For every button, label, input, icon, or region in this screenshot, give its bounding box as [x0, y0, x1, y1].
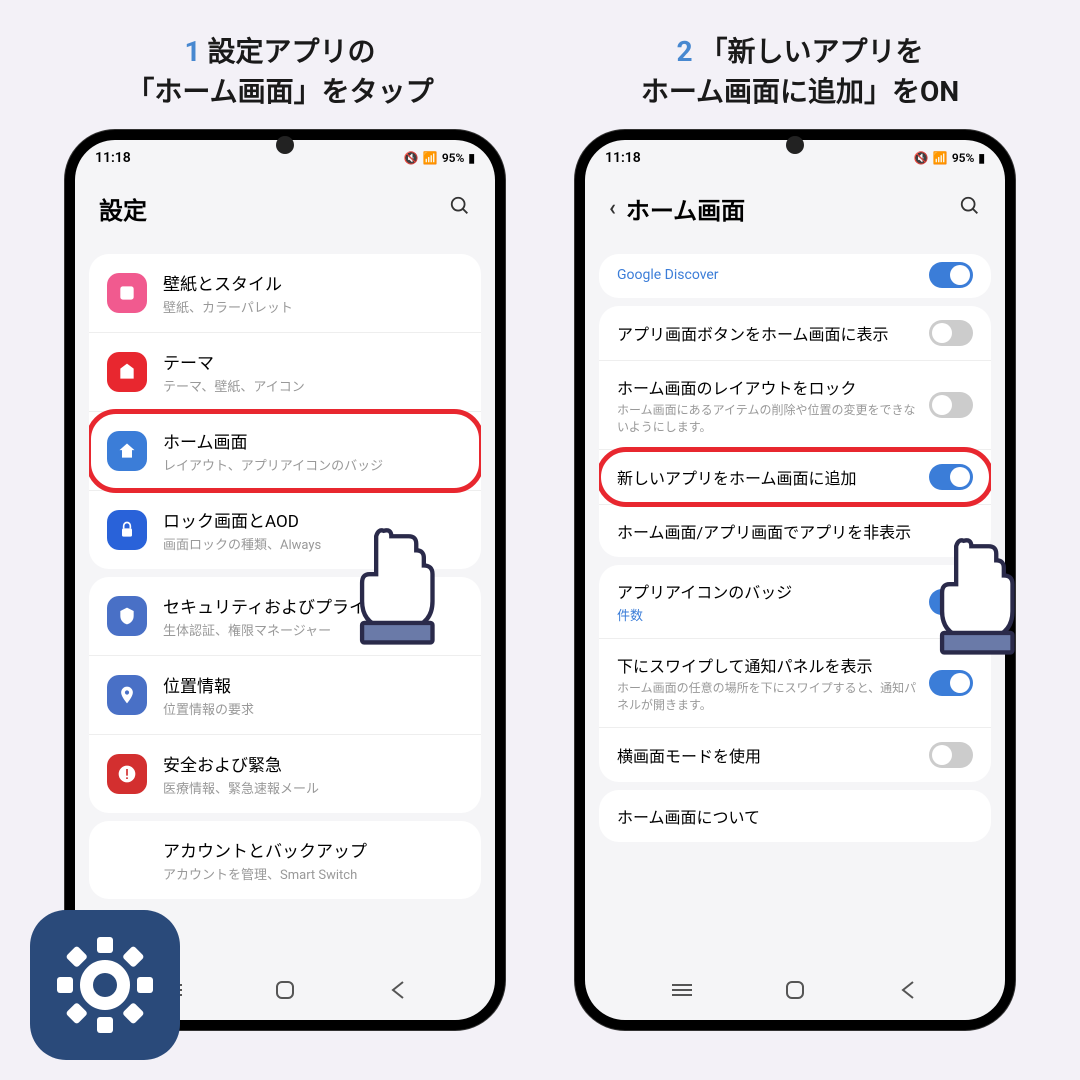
battery-text: 95%	[952, 151, 975, 165]
row-theme[interactable]: テーマテーマ、壁紙、アイコン	[89, 333, 481, 412]
row-home-screen[interactable]: ホーム画面レイアウト、アプリアイコンのバッジ	[89, 412, 481, 491]
battery-text: 95%	[442, 151, 465, 165]
shield-icon	[107, 596, 147, 636]
step2-number: 2	[676, 35, 692, 68]
step2-caption: 2 「新しいアプリを ホーム画面に追加」をON	[540, 30, 1060, 110]
lock-icon	[107, 510, 147, 550]
wifi-icon: 📶	[423, 151, 438, 165]
status-time: 11:18	[95, 150, 131, 166]
alert-icon	[107, 754, 147, 794]
toggle-swipe-notification[interactable]	[929, 670, 973, 696]
toggle-app-button[interactable]	[929, 320, 973, 346]
pointing-hand-icon	[345, 520, 455, 650]
status-bar: 11:18 🔇 📶 95% ▮	[75, 140, 495, 171]
row-location[interactable]: 位置情報位置情報の要求	[89, 656, 481, 735]
settings-group-3: アカウントとバックアップアカウントを管理、Smart Switch	[89, 821, 481, 899]
nav-bar	[585, 968, 1005, 1012]
screen-header: 設定	[75, 171, 495, 246]
page-title: ホーム画面	[626, 191, 745, 226]
row-lock-layout[interactable]: ホーム画面のレイアウトをロックホーム画面にあるアイテムの削除や位置の変更をできな…	[599, 361, 991, 450]
pointing-hand-icon	[925, 530, 1035, 660]
battery-icon: ▮	[978, 151, 985, 165]
status-icons: 🔇 📶 95% ▮	[404, 151, 475, 165]
page-title: 設定	[99, 191, 147, 226]
status-bar: 11:18 🔇 📶 95% ▮	[585, 140, 1005, 171]
search-icon[interactable]	[959, 195, 981, 223]
back-icon[interactable]: ‹	[609, 196, 616, 221]
options-card-1: アプリ画面ボタンをホーム画面に表示 ホーム画面のレイアウトをロックホーム画面にあ…	[599, 306, 991, 557]
row-app-button[interactable]: アプリ画面ボタンをホーム画面に表示	[599, 306, 991, 361]
google-discover-label[interactable]: Google Discover	[617, 267, 719, 283]
row-safety[interactable]: 安全および緊急医療情報、緊急速報メール	[89, 735, 481, 813]
row-landscape[interactable]: 横画面モードを使用	[599, 728, 991, 782]
mute-icon: 🔇	[914, 151, 929, 165]
row-add-new-apps[interactable]: 新しいアプリをホーム画面に追加	[599, 450, 991, 505]
mute-icon: 🔇	[404, 151, 419, 165]
toggle-lock-layout[interactable]	[929, 392, 973, 418]
instruction-header: 1 設定アプリの 「ホーム画面」をタップ 2 「新しいアプリを ホーム画面に追加…	[0, 0, 1080, 120]
row-about[interactable]: ホーム画面について	[599, 790, 991, 842]
nav-recent[interactable]	[670, 978, 694, 1002]
screen-header: ‹ ホーム画面	[585, 171, 1005, 246]
nav-back[interactable]	[386, 978, 410, 1002]
row-account[interactable]: アカウントとバックアップアカウントを管理、Smart Switch	[89, 821, 481, 899]
options-card-3: ホーム画面について	[599, 790, 991, 842]
row-wallpaper[interactable]: 壁紙とスタイル壁紙、カラーパレット	[89, 254, 481, 333]
discover-toggle[interactable]	[929, 262, 973, 288]
nav-back[interactable]	[896, 978, 920, 1002]
nav-home[interactable]	[273, 978, 297, 1002]
status-icons: 🔇 📶 95% ▮	[914, 151, 985, 165]
battery-icon: ▮	[468, 151, 475, 165]
home-icon	[107, 431, 147, 471]
nav-home[interactable]	[783, 978, 807, 1002]
discover-card: Google Discover	[599, 254, 991, 298]
wifi-icon: 📶	[933, 151, 948, 165]
settings-app-icon	[30, 910, 180, 1060]
theme-icon	[107, 352, 147, 392]
search-icon[interactable]	[449, 195, 471, 223]
wallpaper-icon	[107, 273, 147, 313]
step1-caption: 1 設定アプリの 「ホーム画面」をタップ	[20, 30, 540, 110]
toggle-landscape[interactable]	[929, 742, 973, 768]
step1-number: 1	[184, 35, 200, 68]
location-icon	[107, 675, 147, 715]
status-time: 11:18	[605, 150, 641, 166]
toggle-add-new-apps[interactable]	[929, 464, 973, 490]
